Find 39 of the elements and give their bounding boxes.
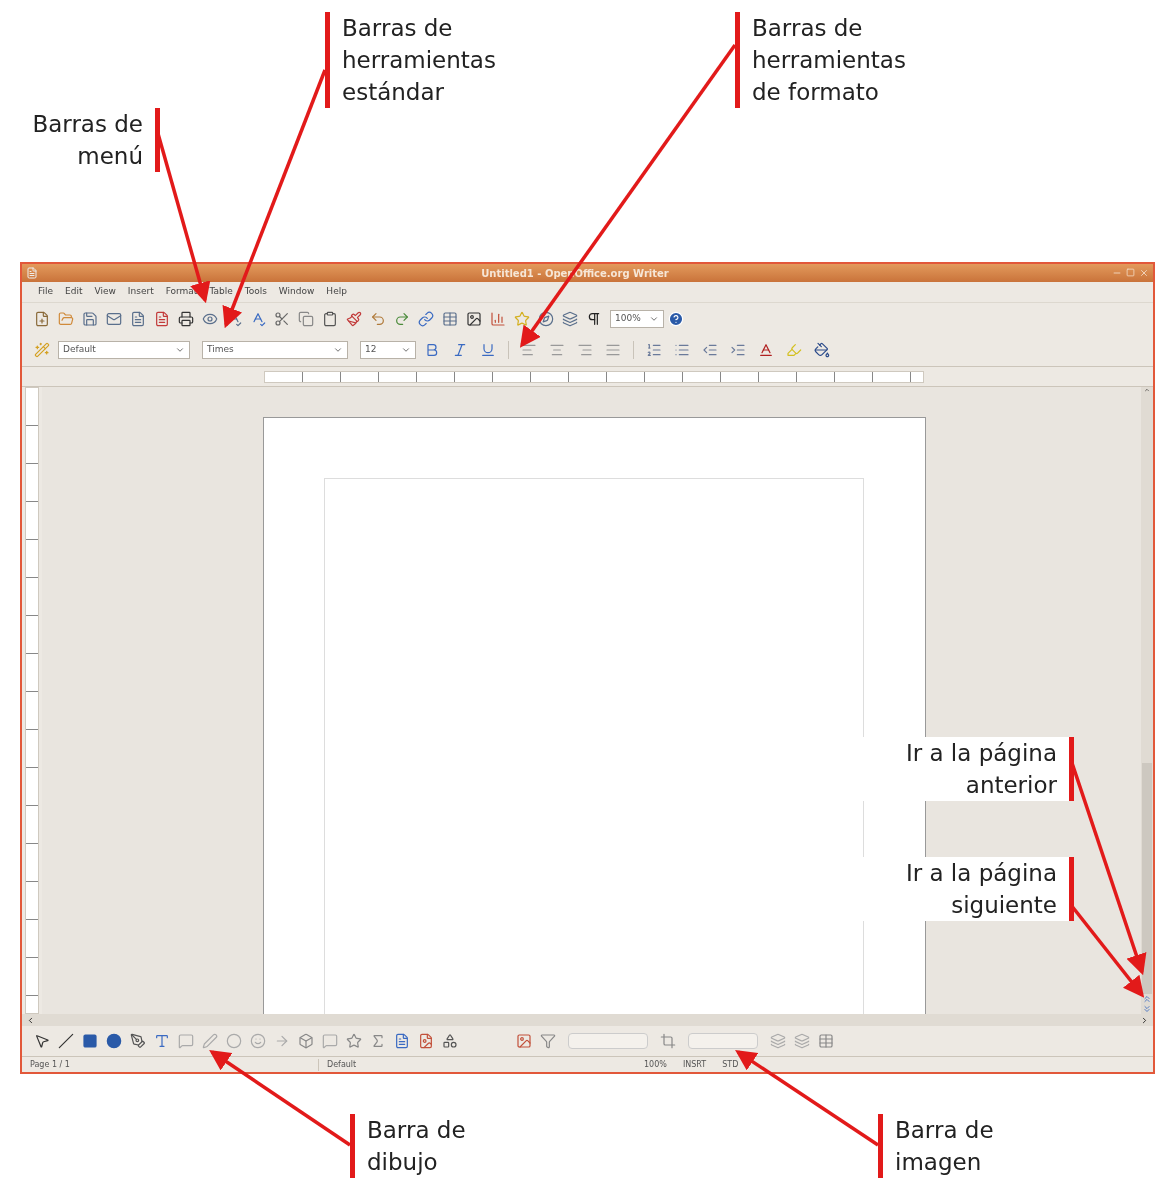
callout-bar (155, 108, 160, 172)
callout-label: Barras de herramientas estándar (341, 14, 497, 107)
zoom-dropdown[interactable]: 100% (610, 309, 664, 328)
scroll-left-icon (26, 1015, 35, 1025)
menu-item[interactable]: File (38, 285, 54, 299)
menu-item[interactable]: Window (278, 285, 315, 299)
callout-label: Ir a la página anterior (904, 739, 1058, 800)
menu-item[interactable]: Edit (65, 285, 83, 299)
menu-item[interactable]: View (94, 285, 116, 299)
graphics-mode-field[interactable] (568, 1033, 648, 1049)
page-style: Default (318, 1058, 636, 1071)
callout-bar (878, 1114, 883, 1178)
menu-item[interactable]: Table (209, 285, 233, 299)
menu-item[interactable]: Insert (127, 285, 154, 299)
callout-bar (1069, 737, 1074, 801)
callout-label: Barra de imagen (894, 1116, 995, 1177)
next-page-button[interactable] (1142, 1004, 1152, 1014)
callout-bar (1069, 857, 1074, 921)
insert-mode: INSRT (681, 1058, 708, 1071)
previous-page-button[interactable] (1142, 994, 1152, 1004)
style-dropdown[interactable]: Default (58, 341, 190, 359)
menu-item[interactable]: Tools (244, 285, 267, 299)
scroll-up-icon (1142, 387, 1152, 394)
close-icon[interactable] (1139, 268, 1149, 278)
document-icon (26, 267, 38, 279)
callout-label: Barras de herramientas de formato (751, 14, 907, 107)
scroll-thumb[interactable] (1142, 763, 1152, 994)
callout-label: Barra de dibujo (366, 1116, 467, 1177)
font-dropdown[interactable]: Times (202, 341, 348, 359)
font-size-dropdown[interactable]: 12 (360, 341, 416, 359)
scroll-right-icon (1140, 1015, 1149, 1025)
page-count: Page 1 / 1 (29, 1058, 71, 1071)
zoom-level: 100% (643, 1058, 668, 1071)
callout-bar (350, 1114, 355, 1178)
callout-label: Barras de menú (31, 110, 144, 171)
transparency-field[interactable] (688, 1033, 758, 1049)
callout-label: Ir a la página siguiente (904, 859, 1058, 920)
menu-item[interactable]: Help (326, 285, 347, 299)
selection-mode: STD (721, 1058, 740, 1071)
